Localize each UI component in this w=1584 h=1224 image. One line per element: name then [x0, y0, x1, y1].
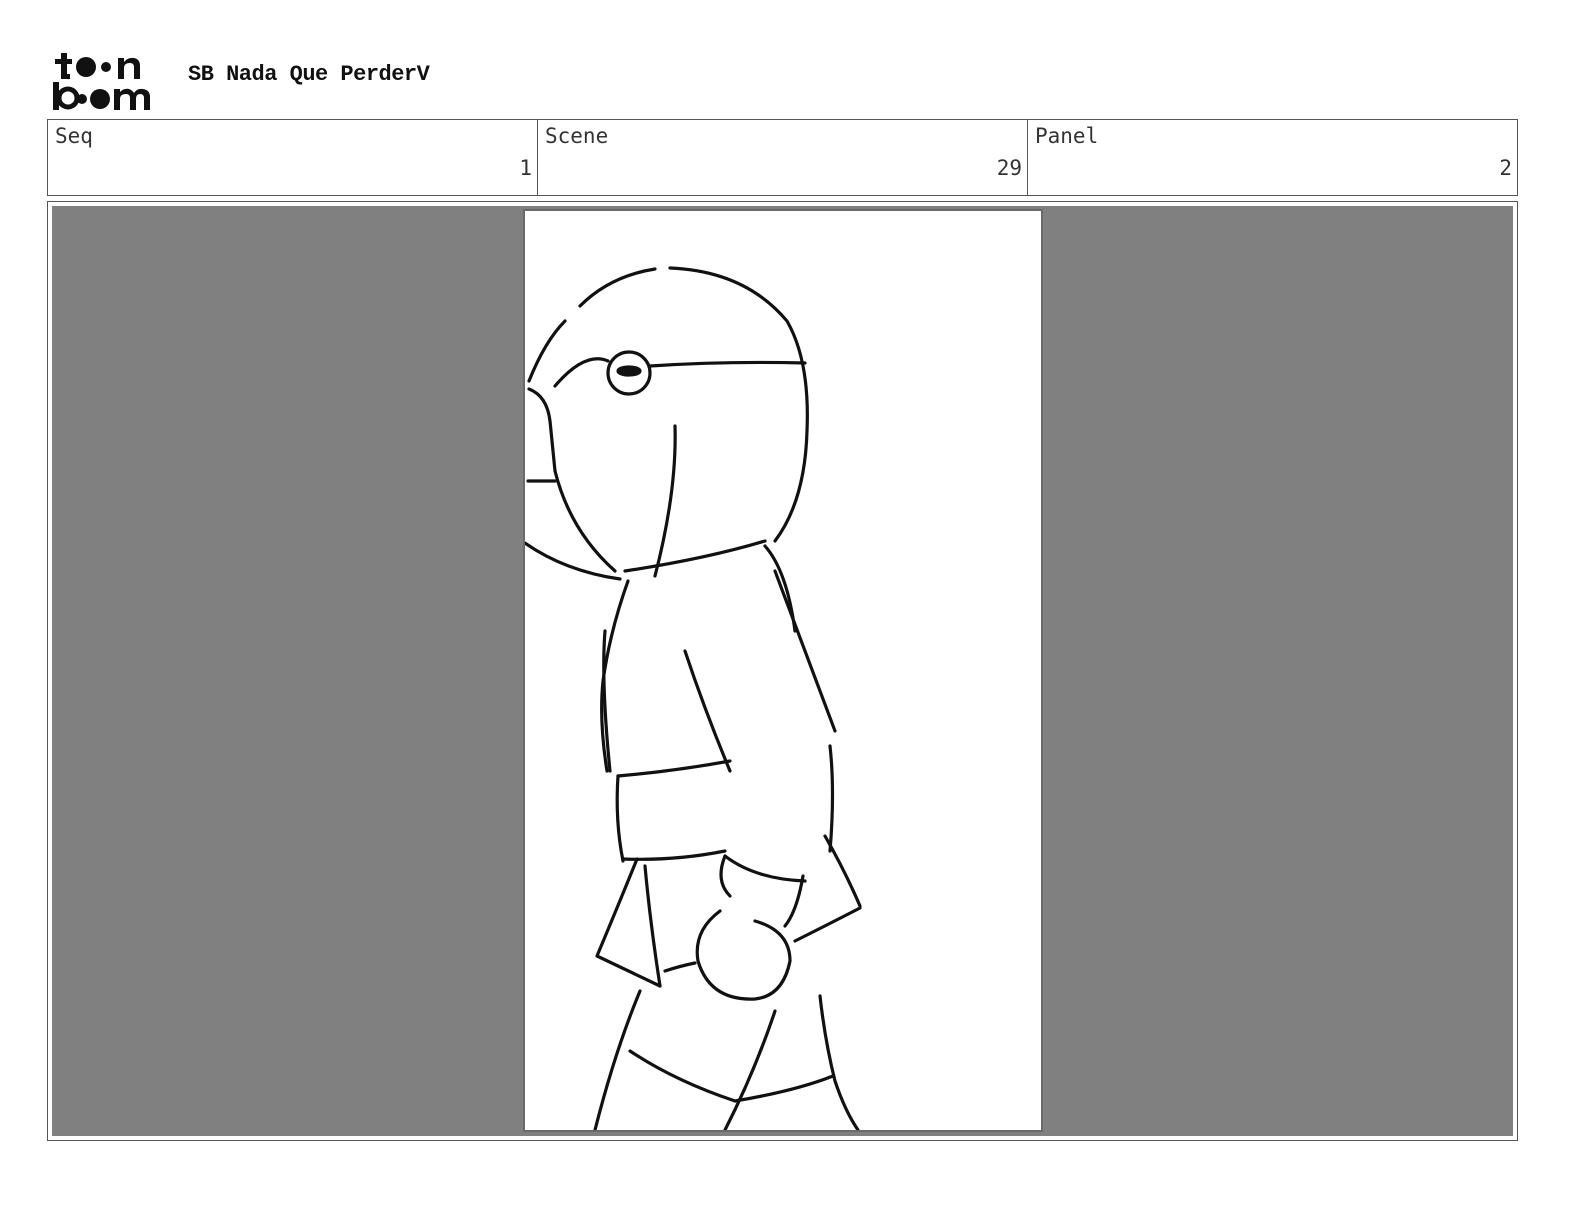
info-row: Seq 1 Scene 29 Panel 2 [47, 119, 1518, 196]
seq-cell: Seq 1 [48, 120, 538, 195]
toon-boom-logo [52, 50, 164, 112]
document-title: SB Nada Que PerderV [188, 62, 430, 87]
panel-cell: Panel 2 [1028, 120, 1517, 195]
panel-value: 2 [1499, 156, 1512, 180]
scene-value: 29 [996, 156, 1022, 180]
scene-label: Scene [545, 124, 609, 148]
panel-stage [52, 206, 1513, 1136]
character-sketch [525, 266, 862, 1130]
panel-label: Panel [1035, 124, 1099, 148]
seq-value: 1 [519, 156, 532, 180]
panel-frame [47, 201, 1518, 1141]
toon-boom-logo-icon [53, 53, 150, 110]
panel-canvas [523, 209, 1043, 1132]
seq-label: Seq [55, 124, 93, 148]
scene-cell: Scene 29 [538, 120, 1028, 195]
